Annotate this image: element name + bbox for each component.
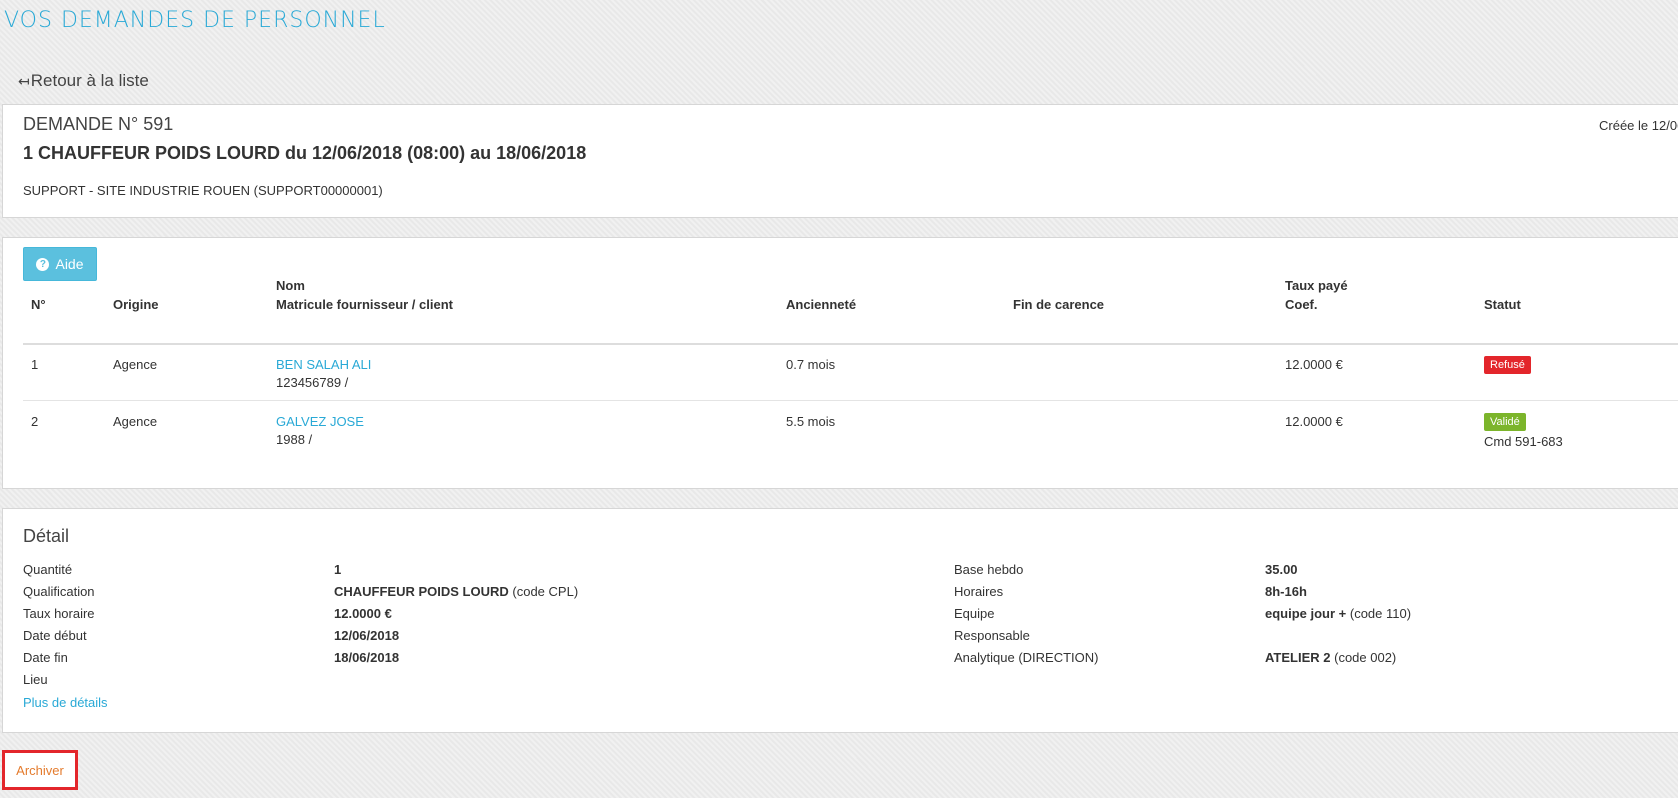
detail-value: equipe jour + (code 110) <box>1265 606 1412 621</box>
detail-label: Horaires <box>954 584 1004 599</box>
detail-label: Quantité <box>23 562 73 577</box>
detail-label: Date fin <box>23 650 68 665</box>
candidate-name-link[interactable]: GALVEZ JOSE <box>276 412 364 431</box>
row-origin: Agence <box>113 357 158 372</box>
back-link-label: Retour à la liste <box>30 71 149 90</box>
request-site: SUPPORT - SITE INDUSTRIE ROUEN (SUPPORT0… <box>23 183 383 198</box>
row-origin: Agence <box>113 414 158 429</box>
row-number: 2 <box>31 414 39 429</box>
detail-value: ATELIER 2 (code 002) <box>1265 650 1397 665</box>
table-header-divider <box>23 343 1678 345</box>
row-rate: 12.0000 € <box>1285 414 1343 429</box>
detail-label: Equipe <box>954 606 995 621</box>
candidate-matricule: 123456789 / <box>276 375 349 390</box>
column-header-matricule: Matricule fournisseur / client <box>276 297 453 312</box>
candidate-matricule: 1988 / <box>276 432 313 447</box>
more-details-link[interactable]: Plus de détails <box>23 695 108 710</box>
column-header-rate: Taux payé <box>1285 278 1348 293</box>
detail-label: Qualification <box>23 584 95 599</box>
detail-label: Base hebdo <box>954 562 1024 577</box>
row-seniority: 0.7 mois <box>786 357 836 372</box>
column-header-name: Nom <box>276 278 305 293</box>
column-header-seniority: Ancienneté <box>786 297 857 312</box>
request-title: 1 CHAUFFEUR POIDS LOURD du 12/06/2018 (0… <box>23 143 587 163</box>
back-to-list-link[interactable]: ↤Retour à la liste <box>18 71 149 91</box>
candidates-panel: ? Aide N° Origine Nom Matricule fourniss… <box>2 237 1678 489</box>
detail-value: 12.0000 € <box>334 606 392 621</box>
detail-value: CHAUFFEUR POIDS LOURD (code CPL) <box>334 584 579 599</box>
row-divider <box>23 400 1678 401</box>
detail-label: Lieu <box>23 672 48 687</box>
return-arrow-icon: ↤ <box>18 73 30 89</box>
column-header-end-grace: Fin de carence <box>1013 297 1105 312</box>
order-reference: Cmd 591-683 <box>1484 434 1563 449</box>
detail-label: Analytique (DIRECTION) <box>954 650 1099 665</box>
page-title: VOS DEMANDES DE PERSONNEL <box>4 8 386 33</box>
row-seniority: 5.5 mois <box>786 414 836 429</box>
column-header-origin: Origine <box>113 297 159 312</box>
detail-value: 18/06/2018 <box>334 650 400 665</box>
help-button[interactable]: ? Aide <box>23 247 97 281</box>
detail-value: 8h-16h <box>1265 584 1307 599</box>
archive-button[interactable]: Archiver <box>16 763 64 778</box>
archive-button-highlight: Archiver <box>2 750 78 790</box>
column-header-number: N° <box>31 297 46 312</box>
candidate-name-link[interactable]: BEN SALAH ALI <box>276 355 371 374</box>
help-button-label: Aide <box>55 256 84 272</box>
detail-panel: Détail Quantité Qualification Taux horai… <box>2 508 1678 733</box>
detail-label: Date début <box>23 628 87 643</box>
row-number: 1 <box>31 357 39 372</box>
detail-value: 35.00 <box>1265 562 1298 577</box>
column-header-coef: Coef. <box>1285 297 1318 312</box>
detail-heading: Détail <box>23 526 70 546</box>
request-number: DEMANDE N° 591 <box>23 114 174 134</box>
status-badge-validated: Validé <box>1484 413 1526 431</box>
detail-value: 12/06/2018 <box>334 628 400 643</box>
detail-label: Responsable <box>954 628 1030 643</box>
status-badge-refused: Refusé <box>1484 356 1531 374</box>
column-header-status: Statut <box>1484 297 1521 312</box>
detail-value: 1 <box>334 562 342 577</box>
question-circle-icon: ? <box>36 257 50 271</box>
detail-label: Taux horaire <box>23 606 95 621</box>
created-date: Créée le 12/06/ <box>1599 118 1678 133</box>
request-summary-panel: DEMANDE N° 591 Créée le 12/06/ 1 CHAUFFE… <box>2 104 1678 218</box>
row-rate: 12.0000 € <box>1285 357 1343 372</box>
